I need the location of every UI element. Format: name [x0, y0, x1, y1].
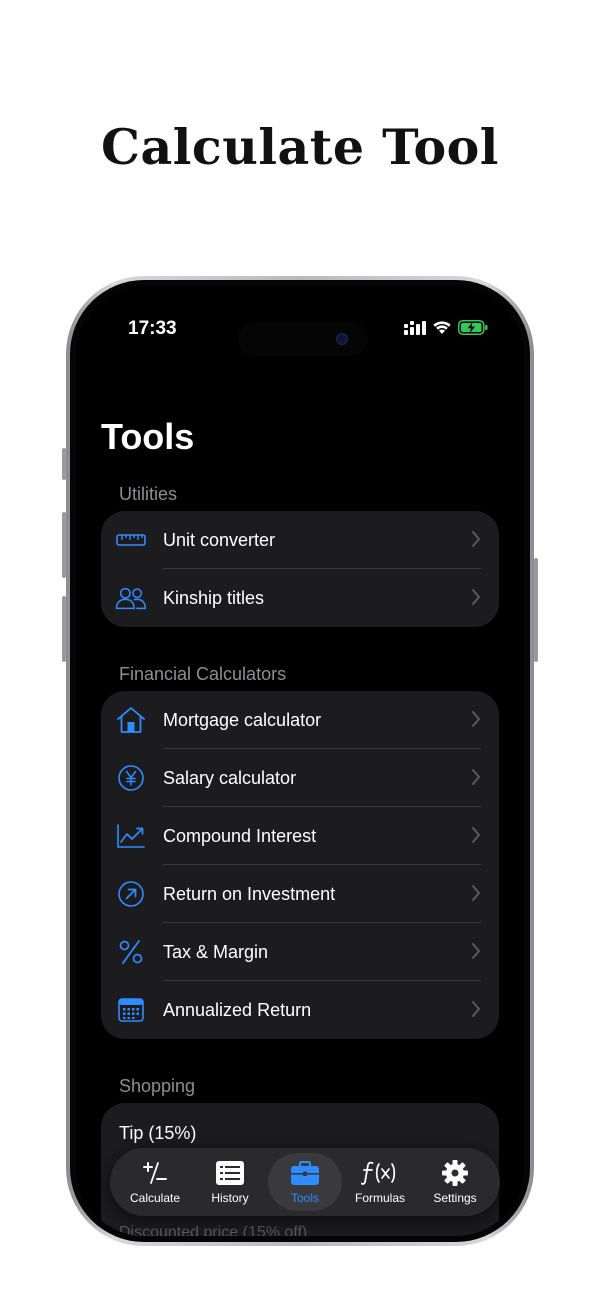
chevron-right-icon	[472, 711, 480, 727]
row-label: Tip (15%)	[119, 1123, 197, 1143]
phone-screen: 17:33 Tools Utilities Unit converter Kin…	[76, 286, 524, 1236]
row-label: Annualized Return	[163, 999, 312, 1020]
chevron-right-icon	[472, 1001, 480, 1017]
function-icon	[361, 1159, 399, 1187]
row-discounted-price[interactable]: Discounted price (15% off)	[119, 1224, 307, 1236]
list-icon	[215, 1159, 245, 1187]
chevron-right-icon	[472, 827, 480, 843]
row-compound-interest[interactable]: Compound Interest	[101, 807, 499, 865]
section-header-financial: Financial Calculators	[119, 664, 287, 684]
page-title: Tools	[101, 416, 195, 457]
tab-label: Formulas	[354, 1191, 405, 1205]
phone-frame: 17:33 Tools Utilities Unit converter Kin…	[66, 276, 534, 1246]
camera-icon	[336, 333, 348, 345]
cellular-signal-icon	[404, 320, 426, 335]
house-icon	[115, 705, 147, 735]
phone-bezel: 17:33 Tools Utilities Unit converter Kin…	[70, 280, 530, 1242]
gear-icon	[441, 1159, 469, 1187]
tab-history[interactable]: History	[193, 1153, 267, 1211]
tab-label: History	[211, 1191, 249, 1205]
chart-trend-icon	[115, 821, 147, 851]
row-label: Mortgage calculator	[163, 709, 322, 730]
tab-tools[interactable]: Tools	[268, 1153, 342, 1211]
tab-calculate[interactable]: Calculate	[118, 1153, 192, 1211]
status-time: 17:33	[128, 318, 177, 339]
row-annualized-return[interactable]: Annualized Return	[101, 981, 499, 1039]
plus-minus-icon	[142, 1159, 168, 1187]
people-icon	[115, 583, 147, 613]
financial-group: Mortgage calculator Salary calculator Co…	[101, 691, 499, 1039]
section-header-utilities: Utilities	[119, 484, 178, 504]
chevron-right-icon	[472, 885, 480, 901]
tab-formulas[interactable]: Formulas	[343, 1153, 417, 1211]
row-tax-margin[interactable]: Tax & Margin	[101, 923, 499, 981]
row-salary-calculator[interactable]: Salary calculator	[101, 749, 499, 807]
ruler-icon	[115, 525, 147, 555]
promo-headline: Calculate Tool	[101, 118, 499, 176]
row-label: Return on Investment	[163, 883, 336, 904]
tab-label: Tools	[290, 1191, 319, 1205]
row-label: Tax & Margin	[163, 941, 269, 962]
power-button	[534, 558, 538, 662]
row-label: Unit converter	[163, 529, 276, 550]
chevron-right-icon	[472, 769, 480, 785]
tab-settings[interactable]: Settings	[418, 1153, 492, 1211]
chevron-right-icon	[472, 531, 480, 547]
row-return-on-investment[interactable]: Return on Investment	[101, 865, 499, 923]
chevron-right-icon	[472, 589, 480, 605]
section-header-shopping: Shopping	[119, 1076, 196, 1096]
tab-label: Settings	[433, 1191, 477, 1205]
wifi-icon	[433, 321, 451, 334]
tab-bar: Calculate History Tools Formulas Setting…	[110, 1148, 500, 1216]
battery-charging-icon	[458, 320, 488, 335]
row-label: Salary calculator	[163, 767, 297, 788]
chevron-right-icon	[472, 943, 480, 959]
row-mortgage-calculator[interactable]: Mortgage calculator	[101, 691, 499, 749]
percent-icon	[115, 937, 147, 967]
briefcase-icon	[290, 1159, 320, 1187]
dynamic-island	[238, 322, 368, 356]
calendar-icon	[115, 995, 147, 1025]
row-label: Kinship titles	[163, 587, 265, 608]
row-kinship-titles[interactable]: Kinship titles	[101, 569, 499, 627]
status-icons	[404, 320, 488, 335]
row-label: Compound Interest	[163, 825, 317, 846]
status-bar: 17:33	[76, 314, 524, 356]
tab-label: Calculate	[129, 1191, 181, 1205]
yen-circle-icon	[115, 763, 147, 793]
utilities-group: Unit converter Kinship titles	[101, 511, 499, 627]
arrow-up-right-circle-icon	[115, 879, 147, 909]
row-unit-converter[interactable]: Unit converter	[101, 511, 499, 569]
